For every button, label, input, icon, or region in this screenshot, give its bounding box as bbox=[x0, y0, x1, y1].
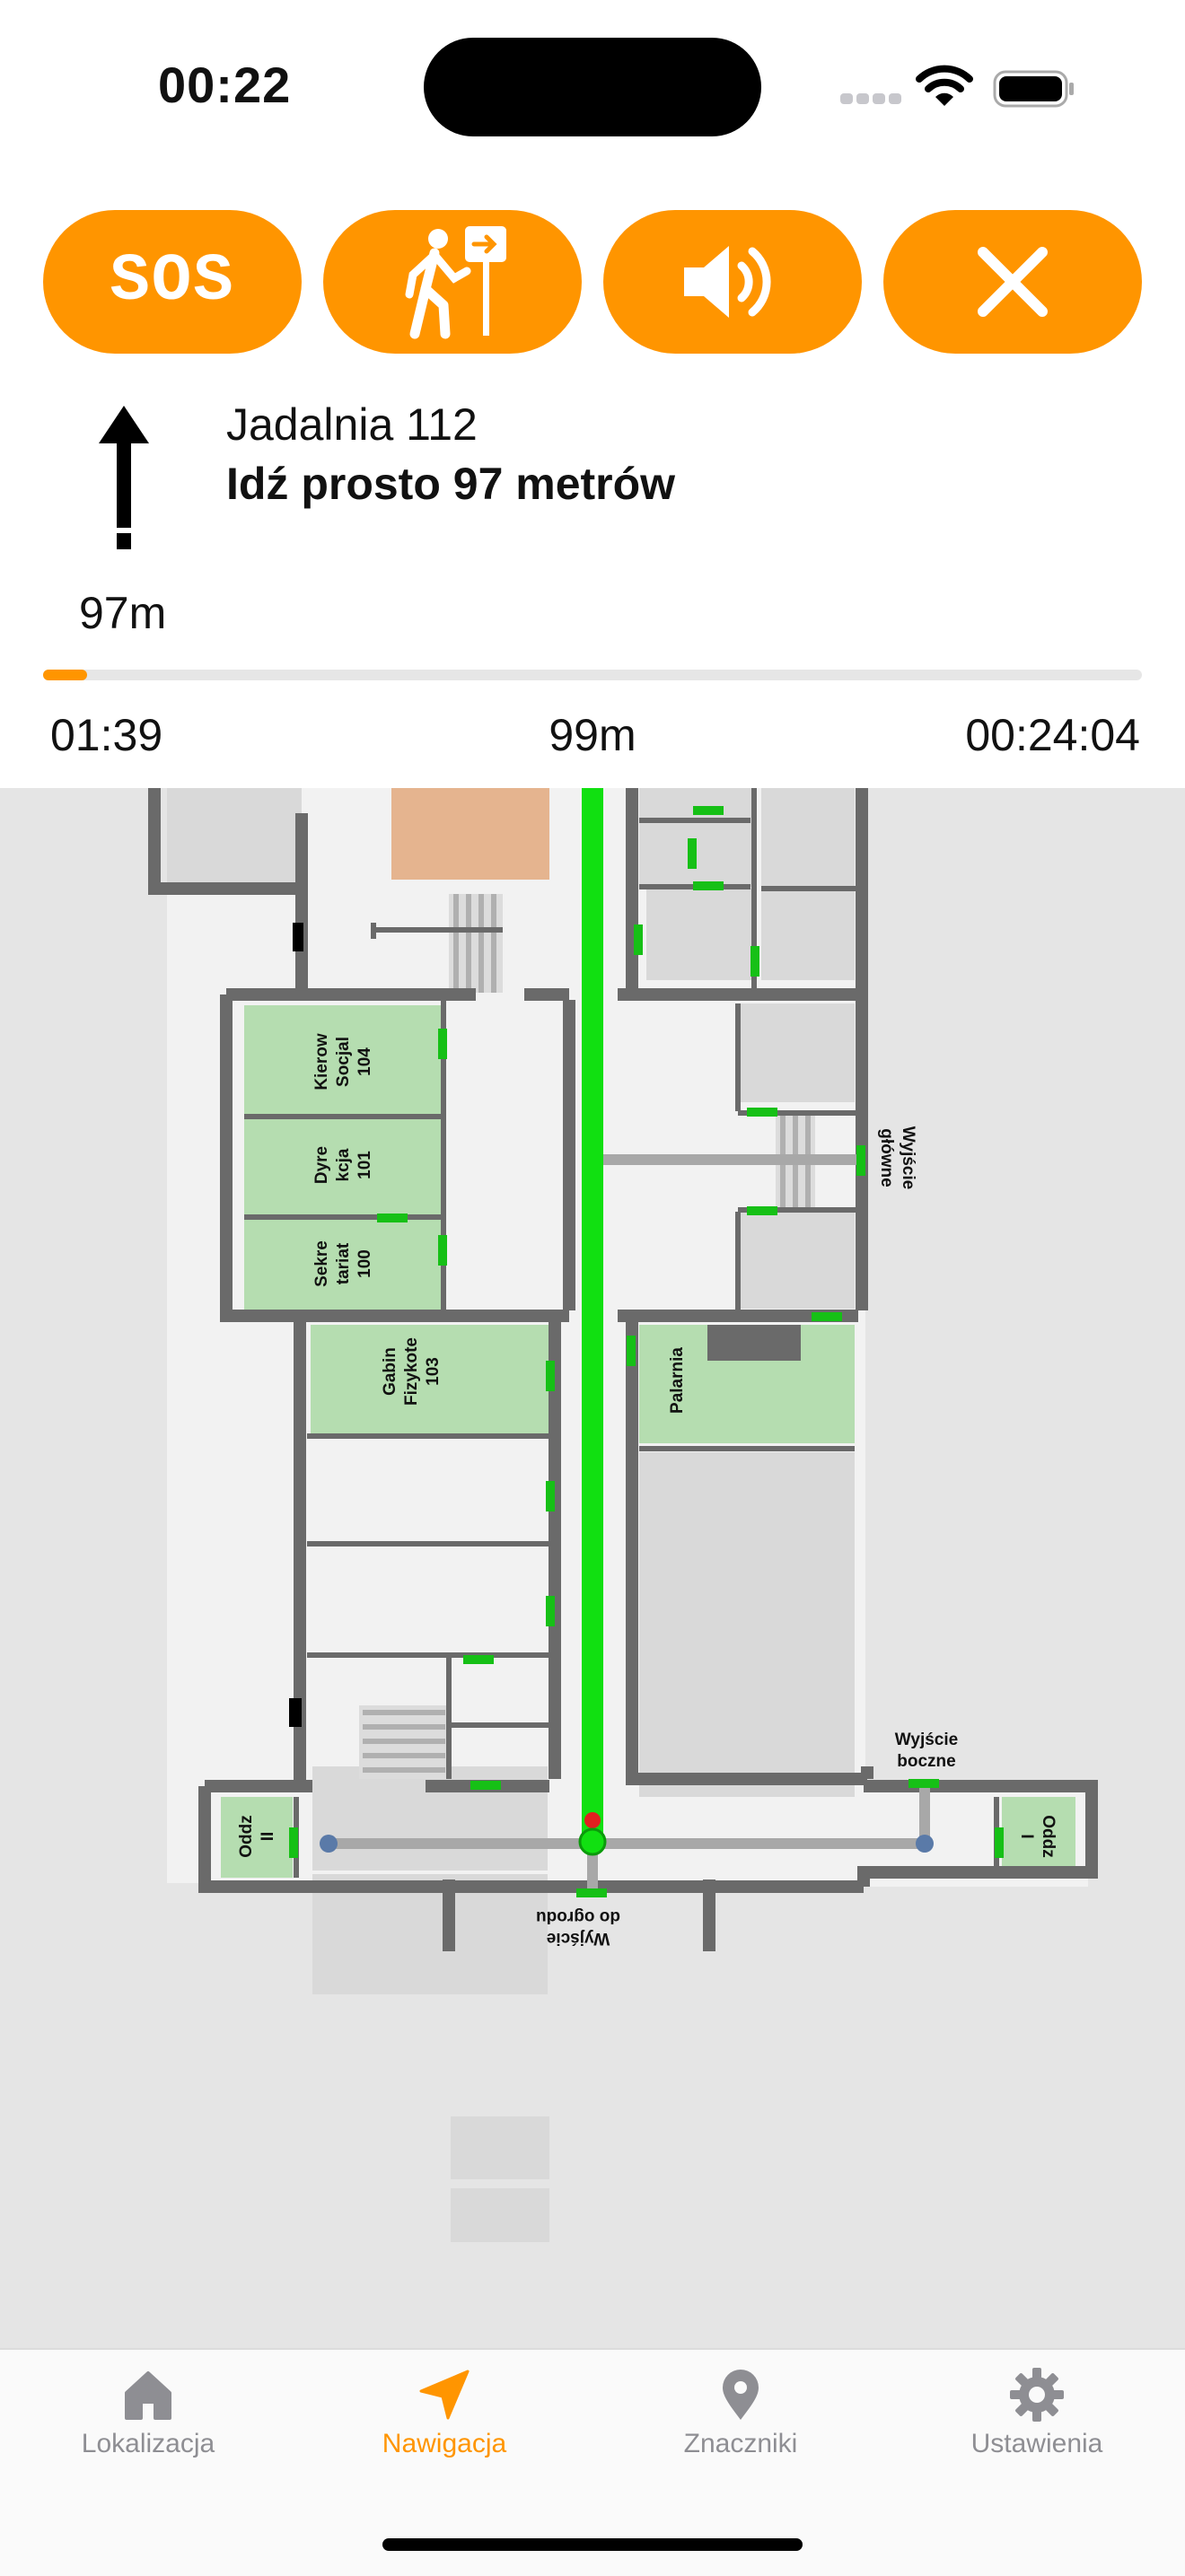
room-oddz-ii[interactable] bbox=[221, 1797, 293, 1878]
room-oddz-i[interactable] bbox=[1002, 1797, 1075, 1878]
indoor-map[interactable]: Kierow Socjal 104 Dyre kcja 101 Sekre tariat 1… bbox=[0, 788, 1185, 2348]
svg-text:Kierow: Kierow bbox=[312, 1033, 331, 1091]
route-progress-track bbox=[43, 670, 1142, 680]
svg-text:103: 103 bbox=[424, 1357, 443, 1386]
svg-text:Oddz: Oddz bbox=[237, 1815, 256, 1858]
tab-ustawienia[interactable]: Ustawienia bbox=[889, 2366, 1185, 2459]
sound-button[interactable] bbox=[603, 210, 862, 354]
cellular-signal-icon bbox=[840, 93, 901, 104]
svg-text:Wyjście: Wyjście bbox=[899, 1126, 917, 1189]
speaker-icon bbox=[684, 246, 771, 318]
tab-lokalizacja[interactable]: Lokalizacja bbox=[0, 2366, 296, 2459]
floor-plan[interactable]: Kierow Socjal 104 Dyre kcja 101 Sekre tariat 1… bbox=[0, 788, 1185, 2348]
svg-text:Palarnia: Palarnia bbox=[668, 1347, 687, 1414]
sos-button[interactable]: SOS bbox=[43, 210, 302, 354]
svg-text:Oddz: Oddz bbox=[1039, 1815, 1058, 1858]
map-pin-icon bbox=[723, 2370, 759, 2420]
navigation-arrow-icon bbox=[419, 2370, 470, 2420]
close-icon bbox=[978, 247, 1048, 317]
route-progress-fill bbox=[43, 670, 87, 680]
svg-text:I: I bbox=[1017, 1834, 1036, 1838]
close-navigation-button[interactable] bbox=[883, 210, 1142, 354]
instruction-text: Idź prosto 97 metrów bbox=[226, 459, 676, 509]
remaining-distance: 99m bbox=[549, 710, 636, 760]
wifi-icon bbox=[916, 65, 973, 106]
svg-text:104: 104 bbox=[356, 1047, 374, 1076]
label-garden-exit: Wyjście do ogrodu bbox=[536, 1907, 620, 1948]
svg-text:Fizykote: Fizykote bbox=[402, 1337, 421, 1406]
label-main-exit: Wyjściegłówne bbox=[877, 1126, 917, 1189]
label-room-palarnia: Palarnia bbox=[668, 1347, 687, 1414]
svg-text:Sekre: Sekre bbox=[312, 1240, 331, 1287]
tab-label: Znaczniki bbox=[683, 2429, 798, 2458]
svg-text:kcja: kcja bbox=[334, 1148, 353, 1181]
svg-text:II: II bbox=[259, 1832, 277, 1842]
tab-znaczniki[interactable]: Znaczniki bbox=[592, 2366, 889, 2459]
route-line bbox=[582, 788, 603, 1844]
svg-text:Wyjście: Wyjście bbox=[547, 1929, 610, 1948]
label-side-exit: Wyjście boczne bbox=[895, 1730, 958, 1771]
home-indicator bbox=[382, 2538, 803, 2551]
svg-text:100: 100 bbox=[356, 1249, 374, 1278]
tab-label: Nawigacja bbox=[382, 2429, 507, 2458]
arrow-up-icon bbox=[99, 406, 149, 549]
label-room-101: Dyre kcja 101 bbox=[312, 1146, 374, 1184]
svg-text:główne: główne bbox=[877, 1128, 896, 1187]
gear-icon bbox=[1010, 2368, 1064, 2422]
destination-name: Jadalnia 112 bbox=[226, 399, 478, 450]
walking-exit-icon bbox=[405, 226, 506, 339]
svg-text:do ogrodu: do ogrodu bbox=[536, 1907, 620, 1926]
emergency-exit-button[interactable] bbox=[323, 210, 582, 354]
svg-text:Socjal: Socjal bbox=[334, 1037, 353, 1087]
eta-time: 00:24:04 bbox=[965, 710, 1140, 760]
distance-to-turn: 97m bbox=[79, 588, 167, 638]
status-time: 00:22 bbox=[158, 57, 292, 113]
battery-icon bbox=[993, 70, 1074, 108]
elapsed-time: 01:39 bbox=[50, 710, 163, 760]
svg-text:Wyjście: Wyjście bbox=[895, 1730, 958, 1749]
svg-text:Gabin: Gabin bbox=[381, 1347, 399, 1396]
room-highlight bbox=[391, 788, 549, 880]
current-location-marker bbox=[578, 1827, 607, 1856]
tab-label: Lokalizacja bbox=[81, 2429, 215, 2458]
svg-text:101: 101 bbox=[356, 1151, 374, 1179]
tab-nawigacja[interactable]: Nawigacja bbox=[296, 2366, 592, 2459]
tab-label: Ustawienia bbox=[970, 2429, 1103, 2458]
sos-icon: SOS bbox=[110, 244, 235, 320]
svg-text:boczne: boczne bbox=[897, 1752, 955, 1771]
dynamic-island bbox=[424, 38, 761, 136]
svg-text:tariat: tariat bbox=[334, 1242, 353, 1284]
svg-text:Dyre: Dyre bbox=[312, 1146, 331, 1184]
house-icon bbox=[125, 2371, 171, 2420]
